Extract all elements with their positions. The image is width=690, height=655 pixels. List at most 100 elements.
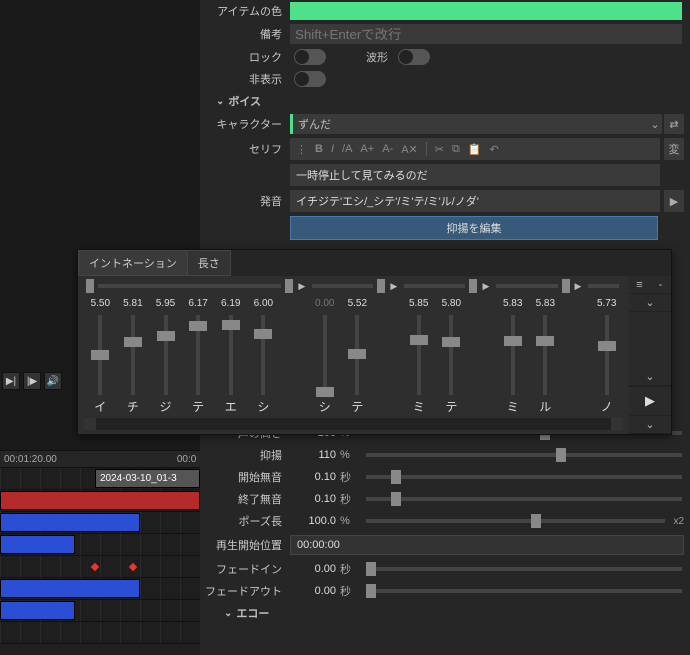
phrase-segment[interactable] bbox=[312, 284, 373, 288]
mora-slider[interactable] bbox=[98, 315, 102, 395]
phrase-segment[interactable] bbox=[496, 284, 557, 288]
mora-value[interactable]: 5.50 bbox=[91, 298, 110, 312]
track-row[interactable] bbox=[0, 622, 200, 644]
mora-slider[interactable] bbox=[511, 315, 515, 395]
phrase-start-handle[interactable] bbox=[86, 279, 94, 293]
play-icon[interactable]: ▶ bbox=[295, 281, 308, 292]
mora-slider[interactable] bbox=[355, 315, 359, 395]
play-icon[interactable]: ▶ bbox=[387, 281, 400, 292]
phrase-segment[interactable] bbox=[588, 284, 619, 288]
hide-toggle[interactable] bbox=[294, 71, 326, 87]
volume-button[interactable]: 🔊 bbox=[44, 372, 62, 390]
dropdown-button[interactable]: ⌄ bbox=[629, 368, 671, 386]
mora-value[interactable]: 5.95 bbox=[156, 298, 175, 312]
track-row[interactable] bbox=[0, 490, 200, 512]
pron-input[interactable]: イチジテ'エシ/_シテ'/ミ'テ/ミ'ル/ノダ' bbox=[290, 190, 660, 212]
mora-slider[interactable] bbox=[131, 315, 135, 395]
size-down-button[interactable]: A- bbox=[382, 143, 393, 155]
dropdown-button[interactable]: ⌄ bbox=[629, 416, 671, 434]
tab-intonation[interactable]: イントネーション bbox=[78, 250, 188, 276]
clear-format-button[interactable]: A✕ bbox=[401, 143, 418, 156]
next-frame-button[interactable]: |▶ bbox=[23, 372, 41, 390]
play-icon[interactable]: ▶ bbox=[479, 281, 492, 292]
pre-silence-value[interactable]: 0.10 bbox=[290, 471, 340, 483]
mora-value[interactable]: 5.83 bbox=[503, 298, 522, 312]
clip[interactable] bbox=[0, 579, 140, 598]
mora-value[interactable]: 5.81 bbox=[123, 298, 142, 312]
pre-silence-slider[interactable] bbox=[366, 475, 682, 479]
edit-intonation-button[interactable]: 抑揚を編集 bbox=[290, 216, 658, 240]
wave-toggle[interactable] bbox=[398, 49, 430, 65]
mora-value[interactable]: 5.73 bbox=[597, 298, 616, 312]
mora-slider[interactable] bbox=[323, 315, 327, 395]
cut-button[interactable]: ✂ bbox=[435, 143, 444, 156]
mora-value[interactable]: 5.85 bbox=[409, 298, 428, 312]
phrase-handle[interactable] bbox=[469, 279, 477, 293]
mora-value[interactable]: 5.52 bbox=[348, 298, 367, 312]
undo-button[interactable]: ↶ bbox=[490, 143, 499, 156]
dropdown-button[interactable]: ⌄ bbox=[629, 294, 671, 312]
track-row[interactable] bbox=[0, 534, 200, 556]
phrase-segment[interactable] bbox=[98, 284, 281, 288]
mora-slider[interactable] bbox=[417, 315, 421, 395]
track-row[interactable] bbox=[0, 556, 200, 578]
phrase-handle[interactable] bbox=[562, 279, 570, 293]
play-pron-button[interactable]: ▶ bbox=[664, 190, 684, 212]
memo-input[interactable] bbox=[290, 24, 682, 44]
prev-frame-button[interactable]: ▶| bbox=[2, 372, 20, 390]
track-row[interactable] bbox=[0, 512, 200, 534]
character-select[interactable]: ずんだ ⌄ bbox=[290, 114, 662, 134]
intonation-value[interactable]: 110 bbox=[290, 449, 340, 461]
clip[interactable] bbox=[0, 601, 75, 620]
mora-slider[interactable] bbox=[229, 315, 233, 395]
fadein-slider[interactable] bbox=[366, 567, 682, 571]
mora-slider[interactable] bbox=[164, 315, 168, 395]
mora-value[interactable]: 6.17 bbox=[188, 298, 207, 312]
clip[interactable] bbox=[0, 535, 75, 554]
mora-value[interactable]: 5.80 bbox=[442, 298, 461, 312]
phrase-segment[interactable] bbox=[404, 284, 465, 288]
pause-value[interactable]: 100.0 bbox=[290, 515, 340, 527]
start-pos-input[interactable]: 00:00:00 bbox=[290, 535, 684, 555]
mora-slider[interactable] bbox=[543, 315, 547, 395]
menu-button[interactable]: ≡ bbox=[629, 276, 650, 294]
post-silence-slider[interactable] bbox=[366, 497, 682, 501]
clip[interactable] bbox=[0, 491, 200, 510]
play-all-button[interactable]: ▶ bbox=[629, 386, 671, 416]
tab-length[interactable]: 長さ bbox=[187, 250, 231, 276]
clip[interactable] bbox=[0, 513, 140, 532]
minus-button[interactable]: - bbox=[650, 276, 671, 294]
phrase-handle[interactable] bbox=[377, 279, 385, 293]
ruby-button[interactable]: /A bbox=[342, 143, 352, 155]
marker-icon[interactable] bbox=[129, 563, 137, 571]
lock-toggle[interactable] bbox=[294, 49, 326, 65]
size-up-button[interactable]: A+ bbox=[360, 143, 374, 155]
post-silence-value[interactable]: 0.10 bbox=[290, 493, 340, 505]
copy-button[interactable]: ⧉ bbox=[452, 143, 460, 156]
echo-section[interactable]: ⌄ エコー bbox=[218, 602, 690, 624]
mora-value[interactable]: 6.19 bbox=[221, 298, 240, 312]
marker-icon[interactable] bbox=[91, 563, 99, 571]
track-row[interactable]: 2024-03-10_01-3 bbox=[0, 468, 200, 490]
mora-value[interactable]: 5.83 bbox=[536, 298, 555, 312]
intonation-slider[interactable] bbox=[366, 453, 682, 457]
mora-slider[interactable] bbox=[196, 315, 200, 395]
pause-slider[interactable] bbox=[366, 519, 665, 523]
play-icon[interactable]: ▶ bbox=[572, 281, 585, 292]
change-button[interactable]: 変 bbox=[664, 138, 684, 160]
voice-section[interactable]: ⌄ ボイス bbox=[210, 90, 690, 112]
fadein-value[interactable]: 0.00 bbox=[290, 563, 340, 575]
mora-value[interactable]: 6.00 bbox=[254, 298, 273, 312]
mora-value[interactable]: 0.00 bbox=[315, 298, 334, 312]
fadeout-slider[interactable] bbox=[366, 589, 682, 593]
track-row[interactable] bbox=[0, 600, 200, 622]
bold-button[interactable]: B bbox=[315, 143, 323, 155]
serif-textarea[interactable]: 一時停止して見てみるのだ bbox=[290, 164, 660, 186]
mora-slider[interactable] bbox=[261, 315, 265, 395]
intonation-scrollbar[interactable] bbox=[84, 418, 623, 430]
paste-button[interactable]: 📋 bbox=[468, 143, 482, 156]
mora-slider[interactable] bbox=[449, 315, 453, 395]
fadeout-value[interactable]: 0.00 bbox=[290, 585, 340, 597]
item-color-swatch[interactable] bbox=[290, 2, 682, 20]
more-icon[interactable]: ⋮ bbox=[296, 143, 307, 156]
